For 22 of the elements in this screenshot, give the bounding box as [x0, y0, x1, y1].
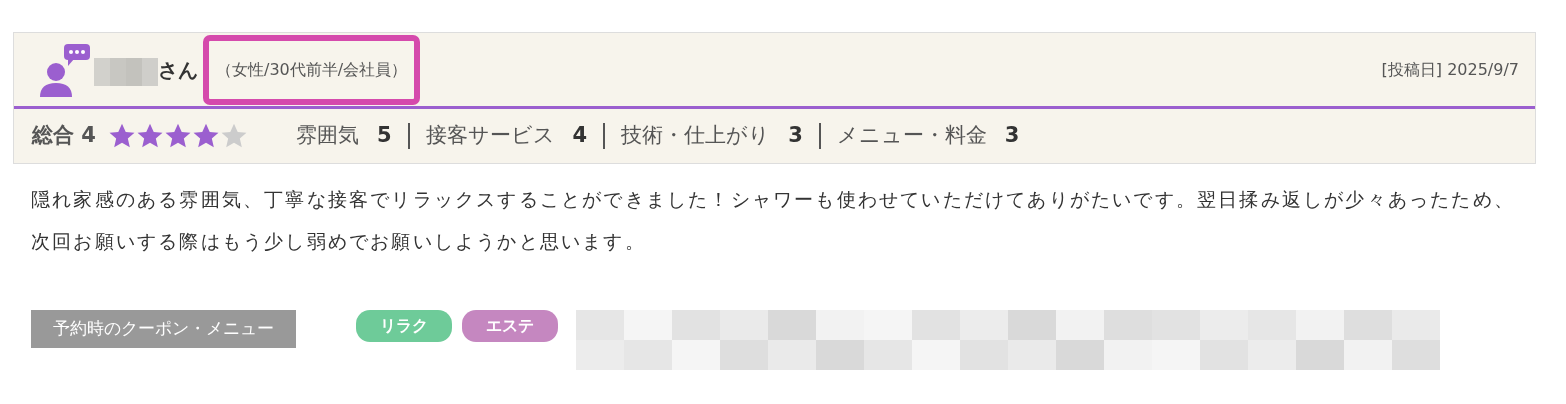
rating-score: 5 [376, 122, 392, 150]
rating-label: 技術・仕上がり [621, 122, 771, 150]
star-icon [107, 122, 136, 150]
rating-score: 3 [1004, 122, 1020, 150]
rating-label: メニュー・料金 [836, 122, 987, 150]
rating-score: 4 [572, 122, 588, 150]
review-text: 隠れ家感のある雰囲気、丁寧な接客でリラックスすることができました！シャワーも使わせていただけてありがたいです。翌日揉み返しが少々あったため、次回お願いする際はもう少し弱めでお願いしようかと思います。 [30, 187, 1516, 254]
rating-label: 雰囲気 [295, 122, 359, 150]
category-tag: リラク [356, 310, 452, 342]
overall-label: 総合 4 [32, 122, 96, 150]
star-icon [135, 122, 164, 150]
star-icon [163, 122, 192, 150]
redaction-mosaic [94, 57, 158, 86]
reviewer-profile: （女性/30代前半/会社員） [206, 37, 418, 102]
star-icon [219, 122, 248, 150]
rating-label: 接客サービス [425, 122, 555, 150]
category-tag: エステ [462, 310, 558, 342]
coupon-label: 予約時のクーポン・メニュー [31, 310, 296, 348]
post-date: [投稿日] 2025/9/7 [1381, 58, 1519, 81]
rating-score: 3 [788, 122, 803, 150]
reviewer-name: さん [158, 56, 198, 84]
star-icon [191, 122, 220, 150]
